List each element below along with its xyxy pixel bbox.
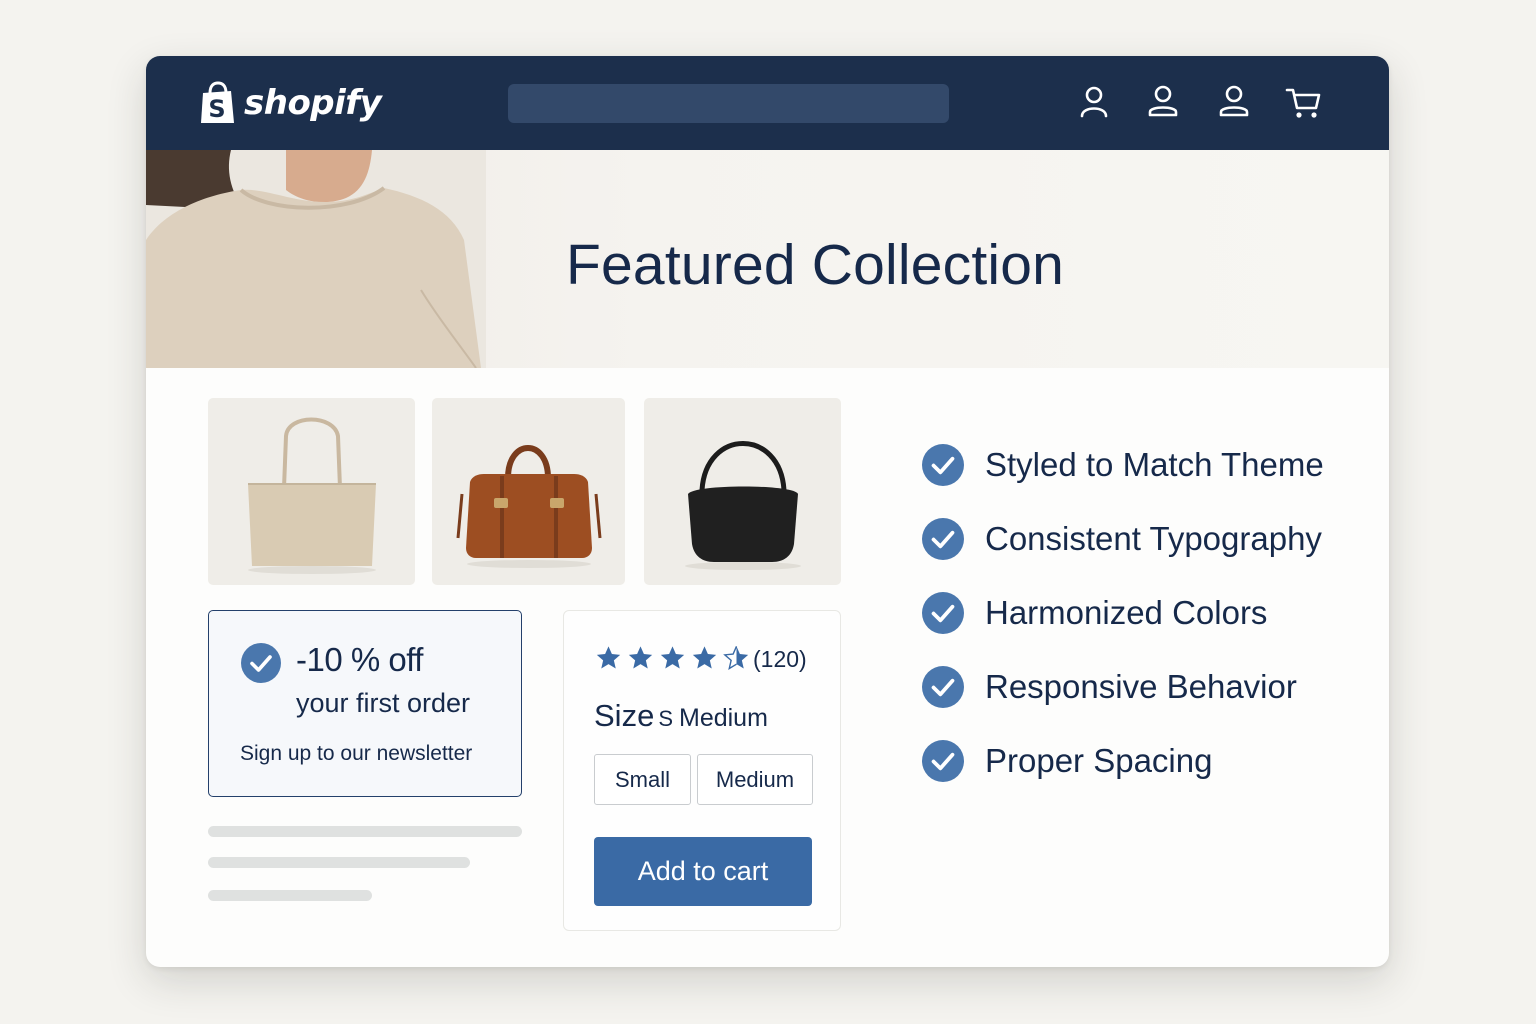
feature-item: Responsive Behavior [922,666,1297,708]
user-account-icon[interactable] [1074,82,1114,122]
cart-icon[interactable] [1284,82,1324,122]
feature-label: Proper Spacing [985,742,1213,779]
user-signin-icon[interactable] [1214,82,1254,122]
newsletter-promo-card[interactable]: -10 % off your first order Sign up to ou… [208,610,522,797]
size-letter: S [658,706,673,731]
add-to-cart-button[interactable]: Add to cart [594,837,812,906]
check-circle-icon [922,740,964,782]
check-circle-icon [922,444,964,486]
feature-item: Consistent Typography [922,518,1322,560]
skeleton-line [208,890,372,901]
shoulder-bag-black-icon [685,441,801,570]
size-label: Size [594,698,655,733]
star-full-icon [660,646,685,669]
search-input[interactable] [508,84,949,123]
check-circle-icon [241,643,281,683]
check-circle-icon [922,666,964,708]
product-thumb-shoulder[interactable] [644,398,841,585]
promo-subtitle: your first order [296,688,471,718]
feature-label: Harmonized Colors [985,594,1268,631]
review-count[interactable]: (120) [753,646,807,673]
hero-banner: Featured Collection [146,150,1389,368]
star-rating [594,644,751,672]
shopify-bag-icon: S [201,81,234,123]
size-selected-value: Medium [679,704,768,732]
size-option-medium[interactable]: Medium [697,754,813,805]
feature-item: Harmonized Colors [922,592,1267,634]
size-selector-label: Size S Medium [594,698,768,734]
star-full-icon [628,646,653,669]
newsletter-signup-link[interactable]: Sign up to our newsletter [240,742,472,766]
svg-text:S: S [208,95,225,123]
promo-discount: -10 % off [296,641,423,678]
skeleton-line [208,857,470,868]
brand-name: shopify [244,83,382,123]
size-option-small[interactable]: Small [594,754,691,805]
feature-item: Proper Spacing [922,740,1212,782]
star-full-icon [692,646,717,669]
feature-label: Consistent Typography [985,520,1322,557]
feature-label: Responsive Behavior [985,668,1297,705]
feature-label: Styled to Match Theme [985,446,1324,483]
product-purchase-card: (120) Size S Medium Small Medium Add to ca… [563,610,841,931]
product-thumb-tote[interactable] [208,398,415,585]
hero-model-image [146,150,486,368]
check-circle-icon [922,592,964,634]
star-half-icon [723,646,749,670]
duffel-bag-brown-icon [456,445,602,568]
product-thumb-duffel[interactable] [432,398,625,585]
user-profile-icon[interactable] [1143,82,1183,122]
tote-bag-beige-icon [248,417,376,574]
shopify-logo[interactable]: S shopify [200,78,382,128]
check-circle-icon [922,518,964,560]
feature-item: Styled to Match Theme [922,444,1324,486]
storefront-window: S shopify Featured Collection -10 % off … [146,56,1389,967]
top-nav-bar: S shopify [146,56,1389,150]
star-full-icon [596,646,621,669]
skeleton-line [208,826,522,837]
hero-title: Featured Collection [566,233,1065,297]
